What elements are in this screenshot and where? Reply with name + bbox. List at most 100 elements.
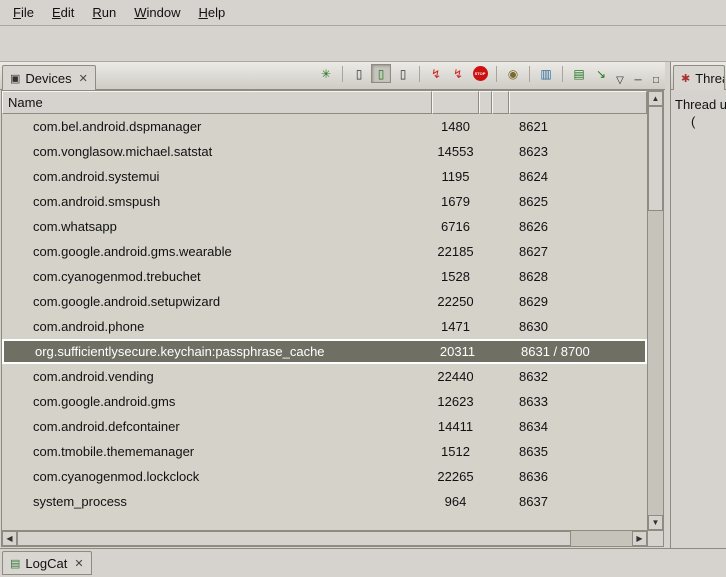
cell-process-name: com.google.android.gms.wearable — [2, 244, 432, 259]
debug-process-icon[interactable]: ✳ — [316, 64, 336, 83]
tab-devices[interactable]: ▣ Devices ✕ — [2, 65, 96, 90]
system-info-icon[interactable]: ▥ — [536, 64, 556, 83]
stop-method-profiling-icon[interactable]: ↘ — [591, 64, 611, 83]
cell-process-name: com.bel.android.dspmanager — [2, 119, 432, 134]
cause-gc-icon[interactable]: ▯ — [393, 64, 413, 83]
start-method-profiling-icon[interactable]: ▤ — [569, 64, 589, 83]
threads-message: Thread up ( — [671, 90, 726, 136]
cell-process-name: com.android.systemui — [2, 169, 432, 184]
cell-pid: 22440 — [432, 369, 479, 384]
scroll-up-button[interactable]: ▲ — [648, 91, 663, 106]
table-row[interactable]: com.android.systemui11958624 — [2, 164, 647, 189]
cell-port: 8621 — [509, 119, 647, 134]
table-body: com.bel.android.dspmanager1480 8621 com.vo… — [2, 114, 647, 530]
cell-pid: 22265 — [432, 469, 479, 484]
cell-process-name: com.android.phone — [2, 319, 432, 334]
toolbar-separator — [496, 66, 497, 82]
tab-threads-label: Threads — [695, 71, 725, 86]
threads-message-line1: Thread up — [675, 96, 722, 113]
table-row[interactable]: com.android.vending22440 8632 — [2, 364, 647, 389]
table-row[interactable]: com.tmobile.thememanager15128635 — [2, 439, 647, 464]
application-window: FileEditRunWindowHelp ▣ Devices ✕ ✳▯▯▯↯↯… — [0, 0, 726, 577]
table-row[interactable]: com.android.defcontainer144118634 — [2, 414, 647, 439]
logcat-icon: ▤ — [10, 557, 20, 570]
vertical-scrollbar[interactable]: ▲ ▼ — [647, 91, 663, 530]
cell-port: 8627 — [509, 244, 647, 259]
table-row[interactable]: org.sufficientlysecure.keychain:passphra… — [2, 339, 647, 364]
cell-port: 8636 — [509, 469, 647, 484]
stop-process-icon[interactable]: STOP — [470, 64, 490, 83]
cell-port: 8633 — [509, 394, 647, 409]
threads-tabbar: ✱ Threads ✕ — [671, 62, 726, 90]
horizontal-scroll-track[interactable] — [17, 531, 632, 546]
tab-logcat[interactable]: ▤ LogCat ✕ — [2, 551, 92, 575]
cell-port: 8632 — [509, 369, 647, 384]
cell-process-name: com.google.android.gms — [2, 394, 432, 409]
table-row[interactable]: com.android.phone1471 8630 — [2, 314, 647, 339]
cell-port: 8630 — [509, 319, 647, 334]
update-heap-icon[interactable]: ▯ — [349, 64, 369, 83]
menu-edit[interactable]: Edit — [43, 2, 83, 23]
table-row[interactable]: com.cyanogenmod.lockclock22265 8636 — [2, 464, 647, 489]
update-threads-icon[interactable]: ↯ — [426, 64, 446, 83]
tab-devices-label: Devices — [25, 71, 71, 86]
cell-pid: 20311 — [434, 344, 481, 359]
table-header: Name — [2, 91, 647, 114]
scroll-right-button[interactable]: ▶ — [632, 531, 647, 546]
table-row[interactable]: com.google.android.gms.wearable22185 8627 — [2, 239, 647, 264]
column-header-3[interactable] — [479, 91, 492, 114]
cell-pid: 1471 — [432, 319, 479, 334]
column-header-port[interactable] — [509, 91, 647, 114]
cell-pid: 6716 — [432, 219, 479, 234]
table-row[interactable]: com.bel.android.dspmanager1480 8621 — [2, 114, 647, 139]
table-row[interactable]: com.vonglasow.michael.satstat145538623 — [2, 139, 647, 164]
minimize-icon[interactable]: ─ — [629, 72, 647, 89]
column-header-4[interactable] — [492, 91, 509, 114]
menu-run[interactable]: Run — [83, 2, 125, 23]
cell-port: 8628 — [509, 269, 647, 284]
table-row[interactable]: com.google.android.gms12623 8633 — [2, 389, 647, 414]
process-table: Name com.bel.android.dspmanager14808621c… — [1, 90, 664, 547]
table-row[interactable]: com.whatsapp6716 8626 — [2, 214, 647, 239]
table-row[interactable]: system_process9648637 — [2, 489, 647, 514]
cell-process-name: com.tmobile.thememanager — [2, 444, 432, 459]
cell-pid: 12623 — [432, 394, 479, 409]
maximize-icon[interactable]: □ — [647, 72, 665, 89]
cell-pid: 1195 — [432, 169, 479, 184]
cell-port: 8637 — [509, 494, 647, 509]
tab-threads[interactable]: ✱ Threads ✕ — [673, 65, 725, 90]
menu-help[interactable]: Help — [189, 2, 234, 23]
column-header-pid[interactable] — [432, 91, 479, 114]
toolbar-separator — [529, 66, 530, 82]
vertical-scroll-track[interactable] — [648, 106, 663, 515]
menubar: FileEditRunWindowHelp — [0, 0, 726, 26]
cell-process-name: com.android.vending — [2, 369, 432, 384]
cell-port: 8631 / 8700 — [511, 344, 645, 359]
logcat-bar: ▤ LogCat ✕ — [0, 548, 726, 577]
scroll-down-button[interactable]: ▼ — [648, 515, 663, 530]
menu-file[interactable]: File — [4, 2, 43, 23]
cell-pid: 22185 — [432, 244, 479, 259]
dump-threads-icon[interactable]: ↯ — [448, 64, 468, 83]
horizontal-scrollbar[interactable]: ◀ ▶ — [2, 530, 663, 546]
cell-pid: 1480 — [432, 119, 479, 134]
main-toolbar — [0, 26, 726, 62]
screen-capture-icon[interactable]: ◉ — [503, 64, 523, 83]
horizontal-scroll-thumb[interactable] — [17, 531, 571, 546]
cell-pid: 14553 — [432, 144, 479, 159]
cell-process-name: com.cyanogenmod.lockclock — [2, 469, 432, 484]
scroll-left-button[interactable]: ◀ — [2, 531, 17, 546]
menu-window[interactable]: Window — [125, 2, 189, 23]
cell-port: 8626 — [509, 219, 647, 234]
close-icon[interactable]: ✕ — [74, 557, 83, 570]
dump-hprof-icon[interactable]: ▯ — [371, 64, 391, 83]
vertical-scroll-thumb[interactable] — [648, 106, 663, 211]
column-header-name[interactable]: Name — [2, 91, 432, 114]
table-row[interactable]: com.android.smspush16798625 — [2, 189, 647, 214]
cell-process-name: com.whatsapp — [2, 219, 432, 234]
table-row[interactable]: com.google.android.setupwizard222508629 — [2, 289, 647, 314]
cell-process-name: com.vonglasow.michael.satstat — [2, 144, 432, 159]
close-icon[interactable]: ✕ — [79, 72, 88, 85]
view-menu-icon[interactable]: ▽ — [611, 72, 629, 89]
table-row[interactable]: com.cyanogenmod.trebuchet15288628 — [2, 264, 647, 289]
